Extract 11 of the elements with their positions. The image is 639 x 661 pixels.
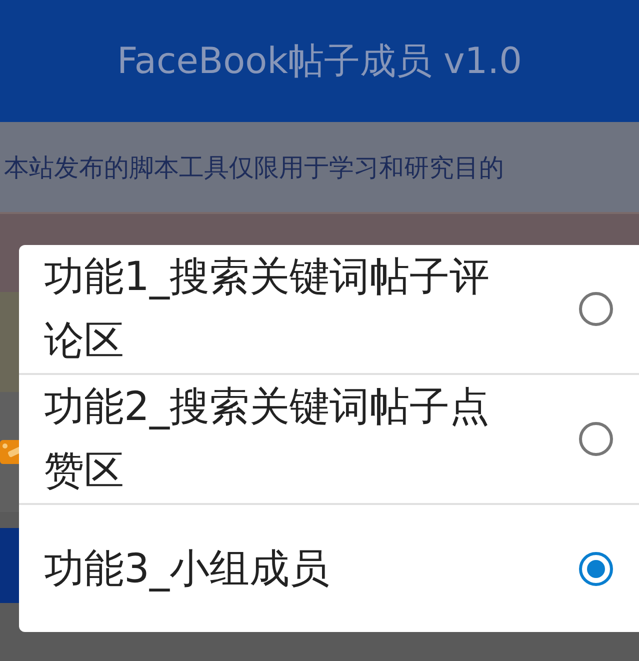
radio-button[interactable] [579,422,613,456]
option-label: 功能1_搜索关键词帖子评论区 [44,253,490,366]
radio-button[interactable] [579,552,613,586]
option-label: 功能2_搜索关键词帖子点赞区 [44,383,490,496]
row-text: 本站发布的脚本工具仅限用于学习和研究目的 [3,152,504,184]
option-item[interactable]: 功能1_搜索关键词帖子评论区 [19,245,639,373]
radio-button[interactable] [579,292,613,326]
option-item[interactable]: 功能3_小组成员 [19,505,639,632]
option-item[interactable]: 功能2_搜索关键词帖子点赞区 [19,375,639,503]
app-title: FaceBook帖子成员 v1.0 [117,40,522,84]
option-label: 功能3_小组成员 [44,544,330,594]
